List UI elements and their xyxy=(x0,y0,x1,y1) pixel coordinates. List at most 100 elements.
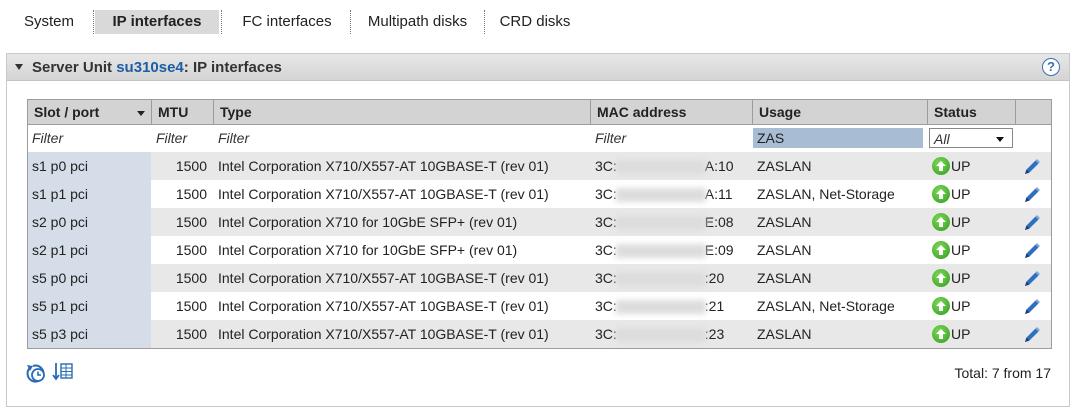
filter-usage-input[interactable]: ZAS xyxy=(753,128,923,148)
table-row[interactable]: s5 p0 pci 1500 Intel Corporation X710/X557… xyxy=(28,264,1051,292)
tab-multipath-disks[interactable]: Multipath disks xyxy=(355,10,480,34)
filter-status-select[interactable]: All xyxy=(929,128,1013,148)
edit-pencil-icon[interactable] xyxy=(1022,241,1042,264)
cell-slot-port: s1 p1 pci xyxy=(28,180,151,208)
cell-mtu: 1500 xyxy=(175,326,207,342)
cell-type: Intel Corporation X710/X557-AT 10GBASE-T… xyxy=(218,186,549,202)
edit-pencil-icon[interactable] xyxy=(1022,269,1042,292)
mac-redacted xyxy=(615,328,706,343)
refresh-clock-icon[interactable] xyxy=(25,362,49,387)
cell-mtu: 1500 xyxy=(175,298,207,314)
tab-crd-disks[interactable]: CRD disks xyxy=(490,10,580,34)
tab-system[interactable]: System xyxy=(14,10,84,34)
mac-suffix: A:10 xyxy=(704,158,734,174)
column-header-label: Slot / port xyxy=(34,104,100,120)
ip-interfaces-table: Slot / port MTU Type MAC address Usage S… xyxy=(27,99,1052,349)
column-header-mtu[interactable]: MTU xyxy=(152,100,214,125)
filter-mac-input[interactable]: Filter xyxy=(591,128,746,148)
cell-type: Intel Corporation X710 for 10GbE SFP+ (r… xyxy=(218,214,518,230)
edit-pencil-icon[interactable] xyxy=(1022,185,1042,208)
sort-descending-icon[interactable] xyxy=(137,111,145,116)
collapse-triangle-icon[interactable] xyxy=(15,64,23,70)
cell-slot-port: s5 p1 pci xyxy=(28,292,151,320)
cell-type: Intel Corporation X710 for 10GbE SFP+ (r… xyxy=(218,242,518,258)
panel-title: Server Unit su310se4: IP interfaces xyxy=(32,59,282,76)
cell-slot-port: s5 p0 pci xyxy=(28,264,151,292)
column-header-status[interactable]: Status xyxy=(928,100,1016,125)
table-header-row: Slot / port MTU Type MAC address Usage S… xyxy=(28,100,1051,125)
column-header-type[interactable]: Type xyxy=(214,100,591,125)
table-row[interactable]: s2 p0 pci 1500 Intel Corporation X710 for … xyxy=(28,208,1051,236)
cell-mtu: 1500 xyxy=(175,270,207,286)
cell-mac-address: 3C: A:10 xyxy=(591,152,753,180)
edit-pencil-icon[interactable] xyxy=(1022,325,1042,348)
table-row[interactable]: s5 p3 pci 1500 Intel Corporation X710/X557… xyxy=(28,320,1051,348)
cell-usage: ZASLAN xyxy=(757,270,812,286)
mac-redacted xyxy=(615,160,706,175)
cell-mac-address: 3C::20 xyxy=(591,264,753,292)
status-label: UP xyxy=(951,242,971,258)
mac-redacted xyxy=(615,300,706,315)
tab-bar: System IP interfaces FC interfaces Multi… xyxy=(0,0,1073,42)
mac-suffix: :23 xyxy=(704,326,725,342)
mac-redacted xyxy=(615,272,706,287)
cell-usage: ZASLAN xyxy=(757,242,812,258)
edit-pencil-icon[interactable] xyxy=(1022,157,1042,180)
mac-prefix: 3C: xyxy=(595,214,617,230)
filter-status-value: All xyxy=(934,131,950,147)
cell-type: Intel Corporation X710/X557-AT 10GBASE-T… xyxy=(218,158,549,174)
ip-interfaces-panel: Server Unit su310se4: IP interfaces ? Sl… xyxy=(6,53,1070,407)
help-icon[interactable]: ? xyxy=(1042,58,1060,76)
status-up-arrow-icon xyxy=(932,297,950,316)
status-up-arrow-icon xyxy=(932,157,950,176)
column-header-mac-address[interactable]: MAC address xyxy=(591,100,753,125)
cell-usage: ZASLAN, Net-Storage xyxy=(757,298,895,314)
filter-mtu-input[interactable]: Filter xyxy=(152,128,210,148)
cell-status: UP xyxy=(928,208,1016,236)
tab-ip-interfaces[interactable]: IP interfaces xyxy=(95,10,219,34)
tab-fc-interfaces[interactable]: FC interfaces xyxy=(228,10,346,34)
table-export-icon[interactable] xyxy=(52,361,74,386)
column-header-actions xyxy=(1016,100,1052,125)
mac-prefix: 3C: xyxy=(595,326,617,342)
cell-mtu: 1500 xyxy=(175,186,207,202)
mac-suffix: E:09 xyxy=(704,242,734,258)
mac-suffix: A:11 xyxy=(704,186,733,202)
mac-prefix: 3C: xyxy=(595,242,617,258)
cell-mac-address: 3C: A:11 xyxy=(591,180,753,208)
mac-redacted xyxy=(615,216,706,231)
cell-mac-address: 3C: :23 xyxy=(591,320,753,348)
table-row[interactable]: s5 p1 pci 1500 Intel Corporation X710/X557… xyxy=(28,292,1051,320)
status-up-arrow-icon xyxy=(932,213,950,232)
tab-separator xyxy=(221,10,222,34)
cell-status: UP xyxy=(928,320,1016,348)
status-up-arrow-icon xyxy=(932,185,950,204)
cell-type: Intel Corporation X710/X557-AT 10GBASE-T… xyxy=(218,298,549,314)
chevron-down-icon xyxy=(996,137,1004,142)
table-row[interactable]: s1 p1 pci 1500 Intel Corporation X710/X557… xyxy=(28,180,1051,208)
cell-slot-port: s1 p0 pci xyxy=(28,152,151,180)
cell-status: UP xyxy=(928,292,1016,320)
server-name-link[interactable]: su310se4 xyxy=(116,59,184,76)
table-row[interactable]: s1 p0 pci 1500 Intel Corporation X710/X557… xyxy=(28,152,1051,180)
edit-pencil-icon[interactable] xyxy=(1022,297,1042,320)
edit-pencil-icon[interactable] xyxy=(1022,213,1042,236)
column-header-slot-port[interactable]: Slot / port xyxy=(28,100,152,125)
cell-status: UP xyxy=(928,152,1016,180)
cell-usage: ZASLAN xyxy=(757,158,812,174)
panel-title-prefix: Server Unit xyxy=(32,59,113,76)
mac-suffix: :21 xyxy=(704,298,725,314)
cell-mtu: 1500 xyxy=(175,158,207,174)
status-up-arrow-icon xyxy=(932,325,950,344)
cell-mtu: 1500 xyxy=(175,214,207,230)
status-up-arrow-icon xyxy=(932,269,950,288)
column-header-usage[interactable]: Usage xyxy=(753,100,928,125)
status-label: UP xyxy=(951,270,971,286)
filter-type-input[interactable]: Filter xyxy=(214,128,584,148)
cell-mac-address: 3C::21 xyxy=(591,292,753,320)
table-row[interactable]: s2 p1 pci 1500 Intel Corporation X710 for … xyxy=(28,236,1051,264)
filter-row: Filter Filter Filter Filter ZAS All xyxy=(28,126,1051,150)
filter-slot-input[interactable]: Filter xyxy=(28,128,146,148)
cell-status: UP xyxy=(928,236,1016,264)
status-label: UP xyxy=(951,214,971,230)
